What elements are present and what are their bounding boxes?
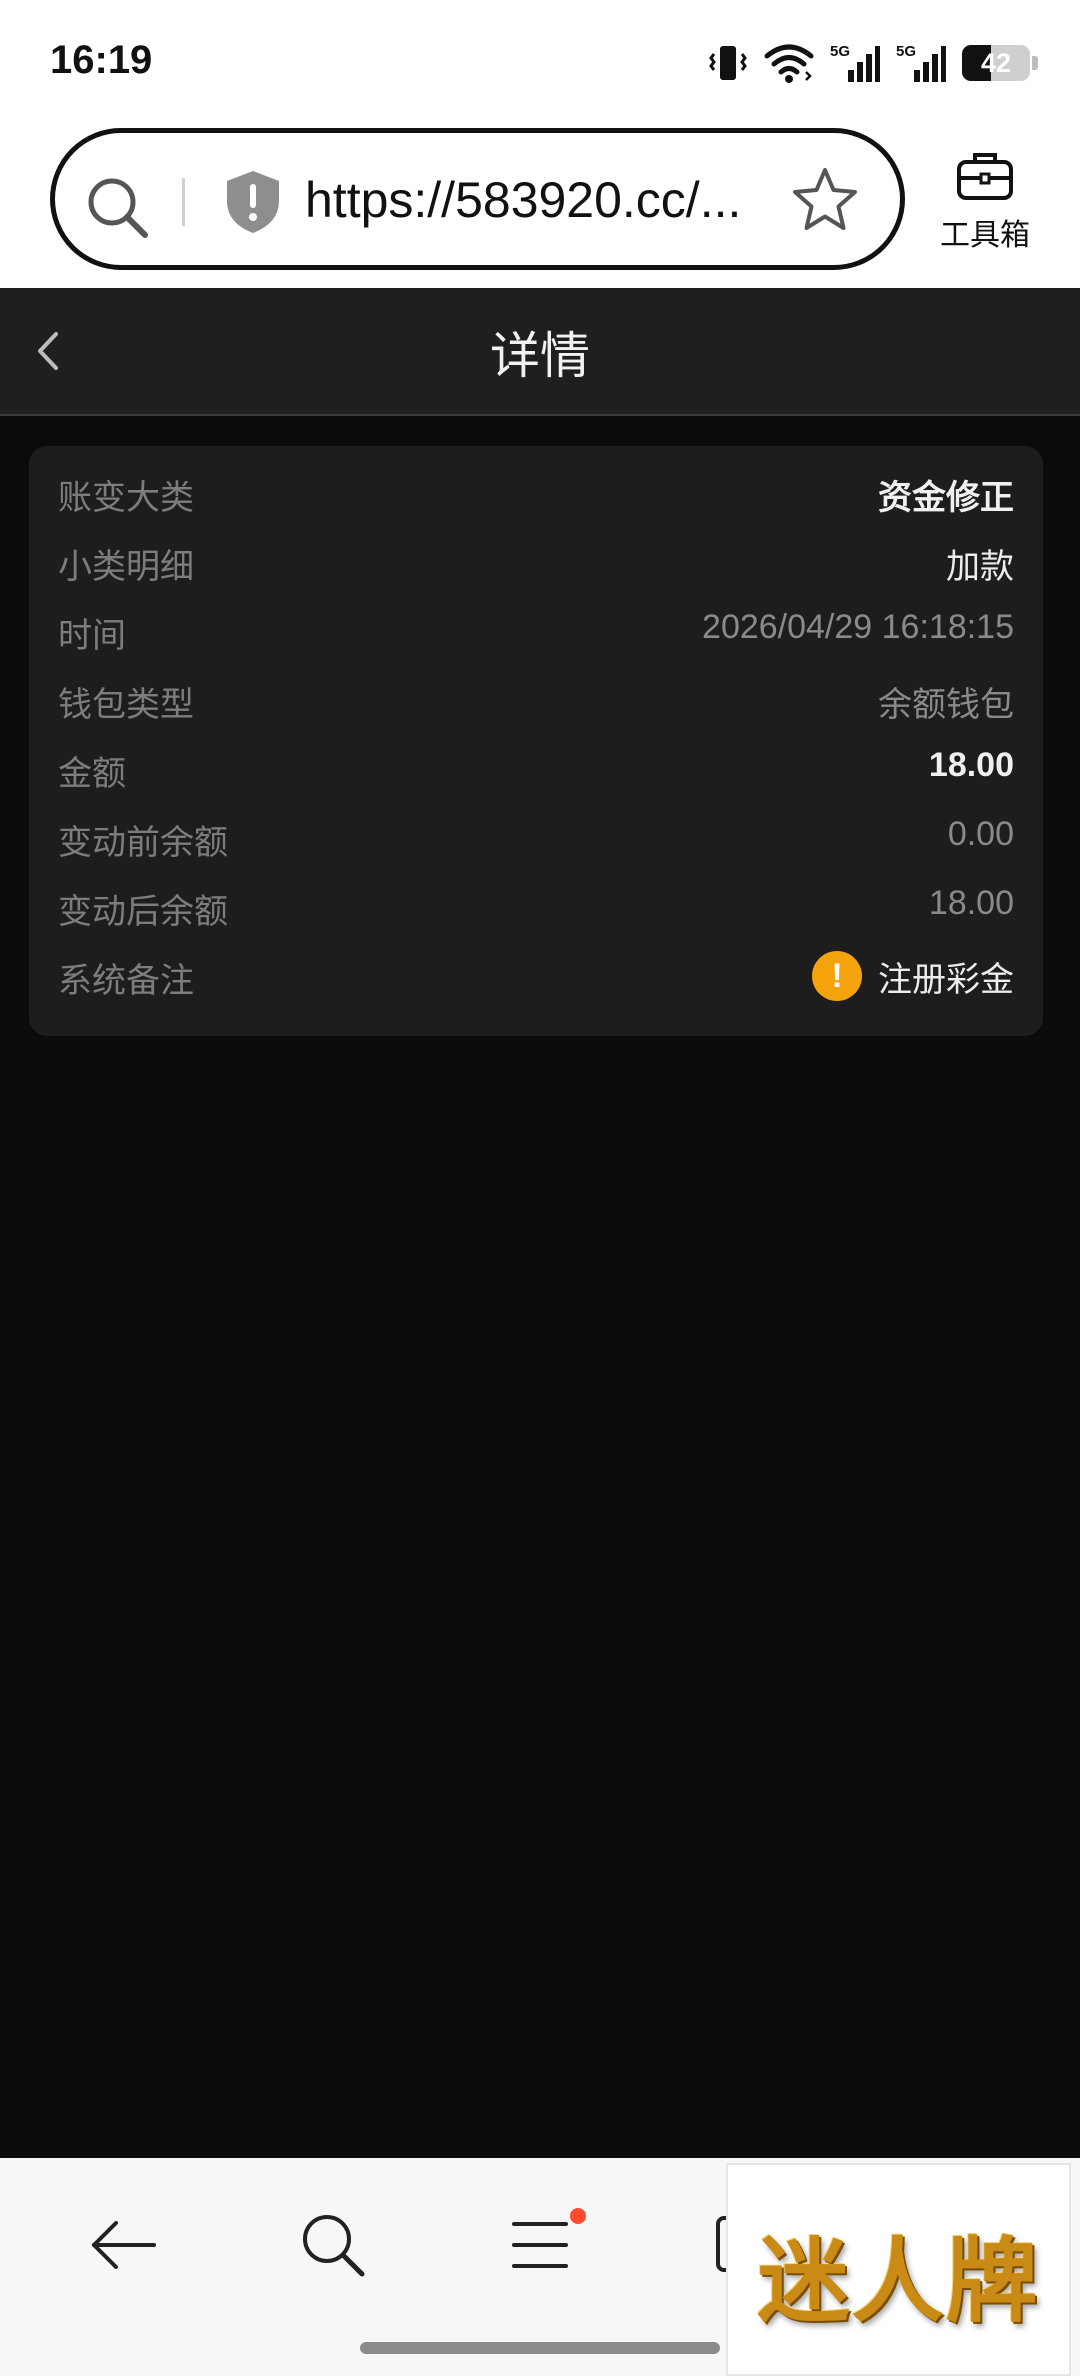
browser-toolbar: https://583920.cc/... 工具箱 bbox=[0, 120, 1080, 288]
detail-row-wallet-type: 钱包类型 余额钱包 bbox=[29, 667, 1043, 736]
detail-label: 变动后余额 bbox=[58, 892, 228, 932]
page-title: 详情 bbox=[490, 327, 590, 385]
search-icon[interactable] bbox=[85, 175, 151, 245]
detail-value: 2026/04/29 16:18:15 bbox=[702, 608, 1014, 646]
detail-label: 变动前余额 bbox=[58, 823, 228, 863]
detail-row-system-note: 系统备注 ! 注册彩金 bbox=[29, 943, 1043, 1012]
detail-label: 账变大类 bbox=[58, 478, 194, 518]
toolbox-icon bbox=[955, 153, 1015, 206]
signal-icon-2: 5G bbox=[896, 42, 946, 84]
detail-label: 钱包类型 bbox=[58, 685, 194, 725]
detail-label: 系统备注 bbox=[58, 961, 194, 1001]
battery-level: 42 bbox=[980, 48, 1012, 78]
page-header: 详情 bbox=[0, 288, 1080, 416]
address-divider bbox=[182, 178, 185, 226]
detail-label: 小类明细 bbox=[58, 547, 194, 587]
detail-value: 资金修正 bbox=[878, 479, 1014, 517]
status-bar: 16:19 5G 5G 42 bbox=[0, 0, 1080, 120]
vibrate-icon bbox=[708, 42, 748, 84]
detail-row-balance-after: 变动后余额 18.00 bbox=[29, 874, 1043, 943]
status-icons: 5G 5G 42 bbox=[708, 38, 1038, 88]
ad-text: 迷人牌 bbox=[757, 2227, 1040, 2335]
detail-label: 金额 bbox=[58, 754, 126, 794]
notification-dot bbox=[570, 2208, 586, 2224]
detail-value: 余额钱包 bbox=[878, 686, 1014, 724]
detail-card: 账变大类 资金修正 小类明细 加款 时间 2026/04/29 16:18:15… bbox=[29, 446, 1043, 1036]
detail-row-time: 时间 2026/04/29 16:18:15 bbox=[29, 598, 1043, 667]
star-icon[interactable] bbox=[790, 165, 860, 239]
back-arrow-icon[interactable] bbox=[88, 2210, 158, 2284]
search-icon[interactable] bbox=[298, 2210, 368, 2284]
ad-banner[interactable]: 迷人牌 bbox=[726, 2163, 1071, 2376]
detail-value: 注册彩金 bbox=[878, 959, 1014, 1000]
address-bar[interactable]: https://583920.cc/... bbox=[50, 128, 905, 270]
detail-value: 0.00 bbox=[947, 815, 1014, 853]
wifi-icon bbox=[764, 42, 814, 84]
status-time: 16:19 bbox=[50, 38, 153, 82]
detail-row-balance-before: 变动前余额 0.00 bbox=[29, 805, 1043, 874]
detail-value: 18.00 bbox=[928, 746, 1014, 784]
shield-warning-icon[interactable] bbox=[223, 169, 283, 239]
detail-value: 加款 bbox=[946, 548, 1014, 586]
battery-icon: 42 bbox=[962, 45, 1038, 81]
toolbox-button[interactable]: 工具箱 bbox=[930, 150, 1040, 254]
signal-icon-1: 5G bbox=[830, 42, 880, 84]
network-label-1: 5G bbox=[830, 43, 850, 60]
detail-row-amount: 金额 18.00 bbox=[29, 736, 1043, 805]
url-text[interactable]: https://583920.cc/... bbox=[305, 171, 805, 229]
toolbox-label: 工具箱 bbox=[940, 218, 1030, 253]
network-label-2: 5G bbox=[896, 43, 916, 60]
detail-row-subcategory: 小类明细 加款 bbox=[29, 529, 1043, 598]
system-note: ! 注册彩金 bbox=[812, 951, 1014, 1001]
detail-label: 时间 bbox=[58, 616, 126, 656]
warning-icon: ! bbox=[812, 951, 862, 1001]
detail-value: 18.00 bbox=[928, 884, 1014, 922]
home-indicator[interactable] bbox=[360, 2342, 720, 2354]
menu-icon[interactable] bbox=[508, 2210, 578, 2284]
detail-row-category: 账变大类 资金修正 bbox=[29, 460, 1043, 529]
